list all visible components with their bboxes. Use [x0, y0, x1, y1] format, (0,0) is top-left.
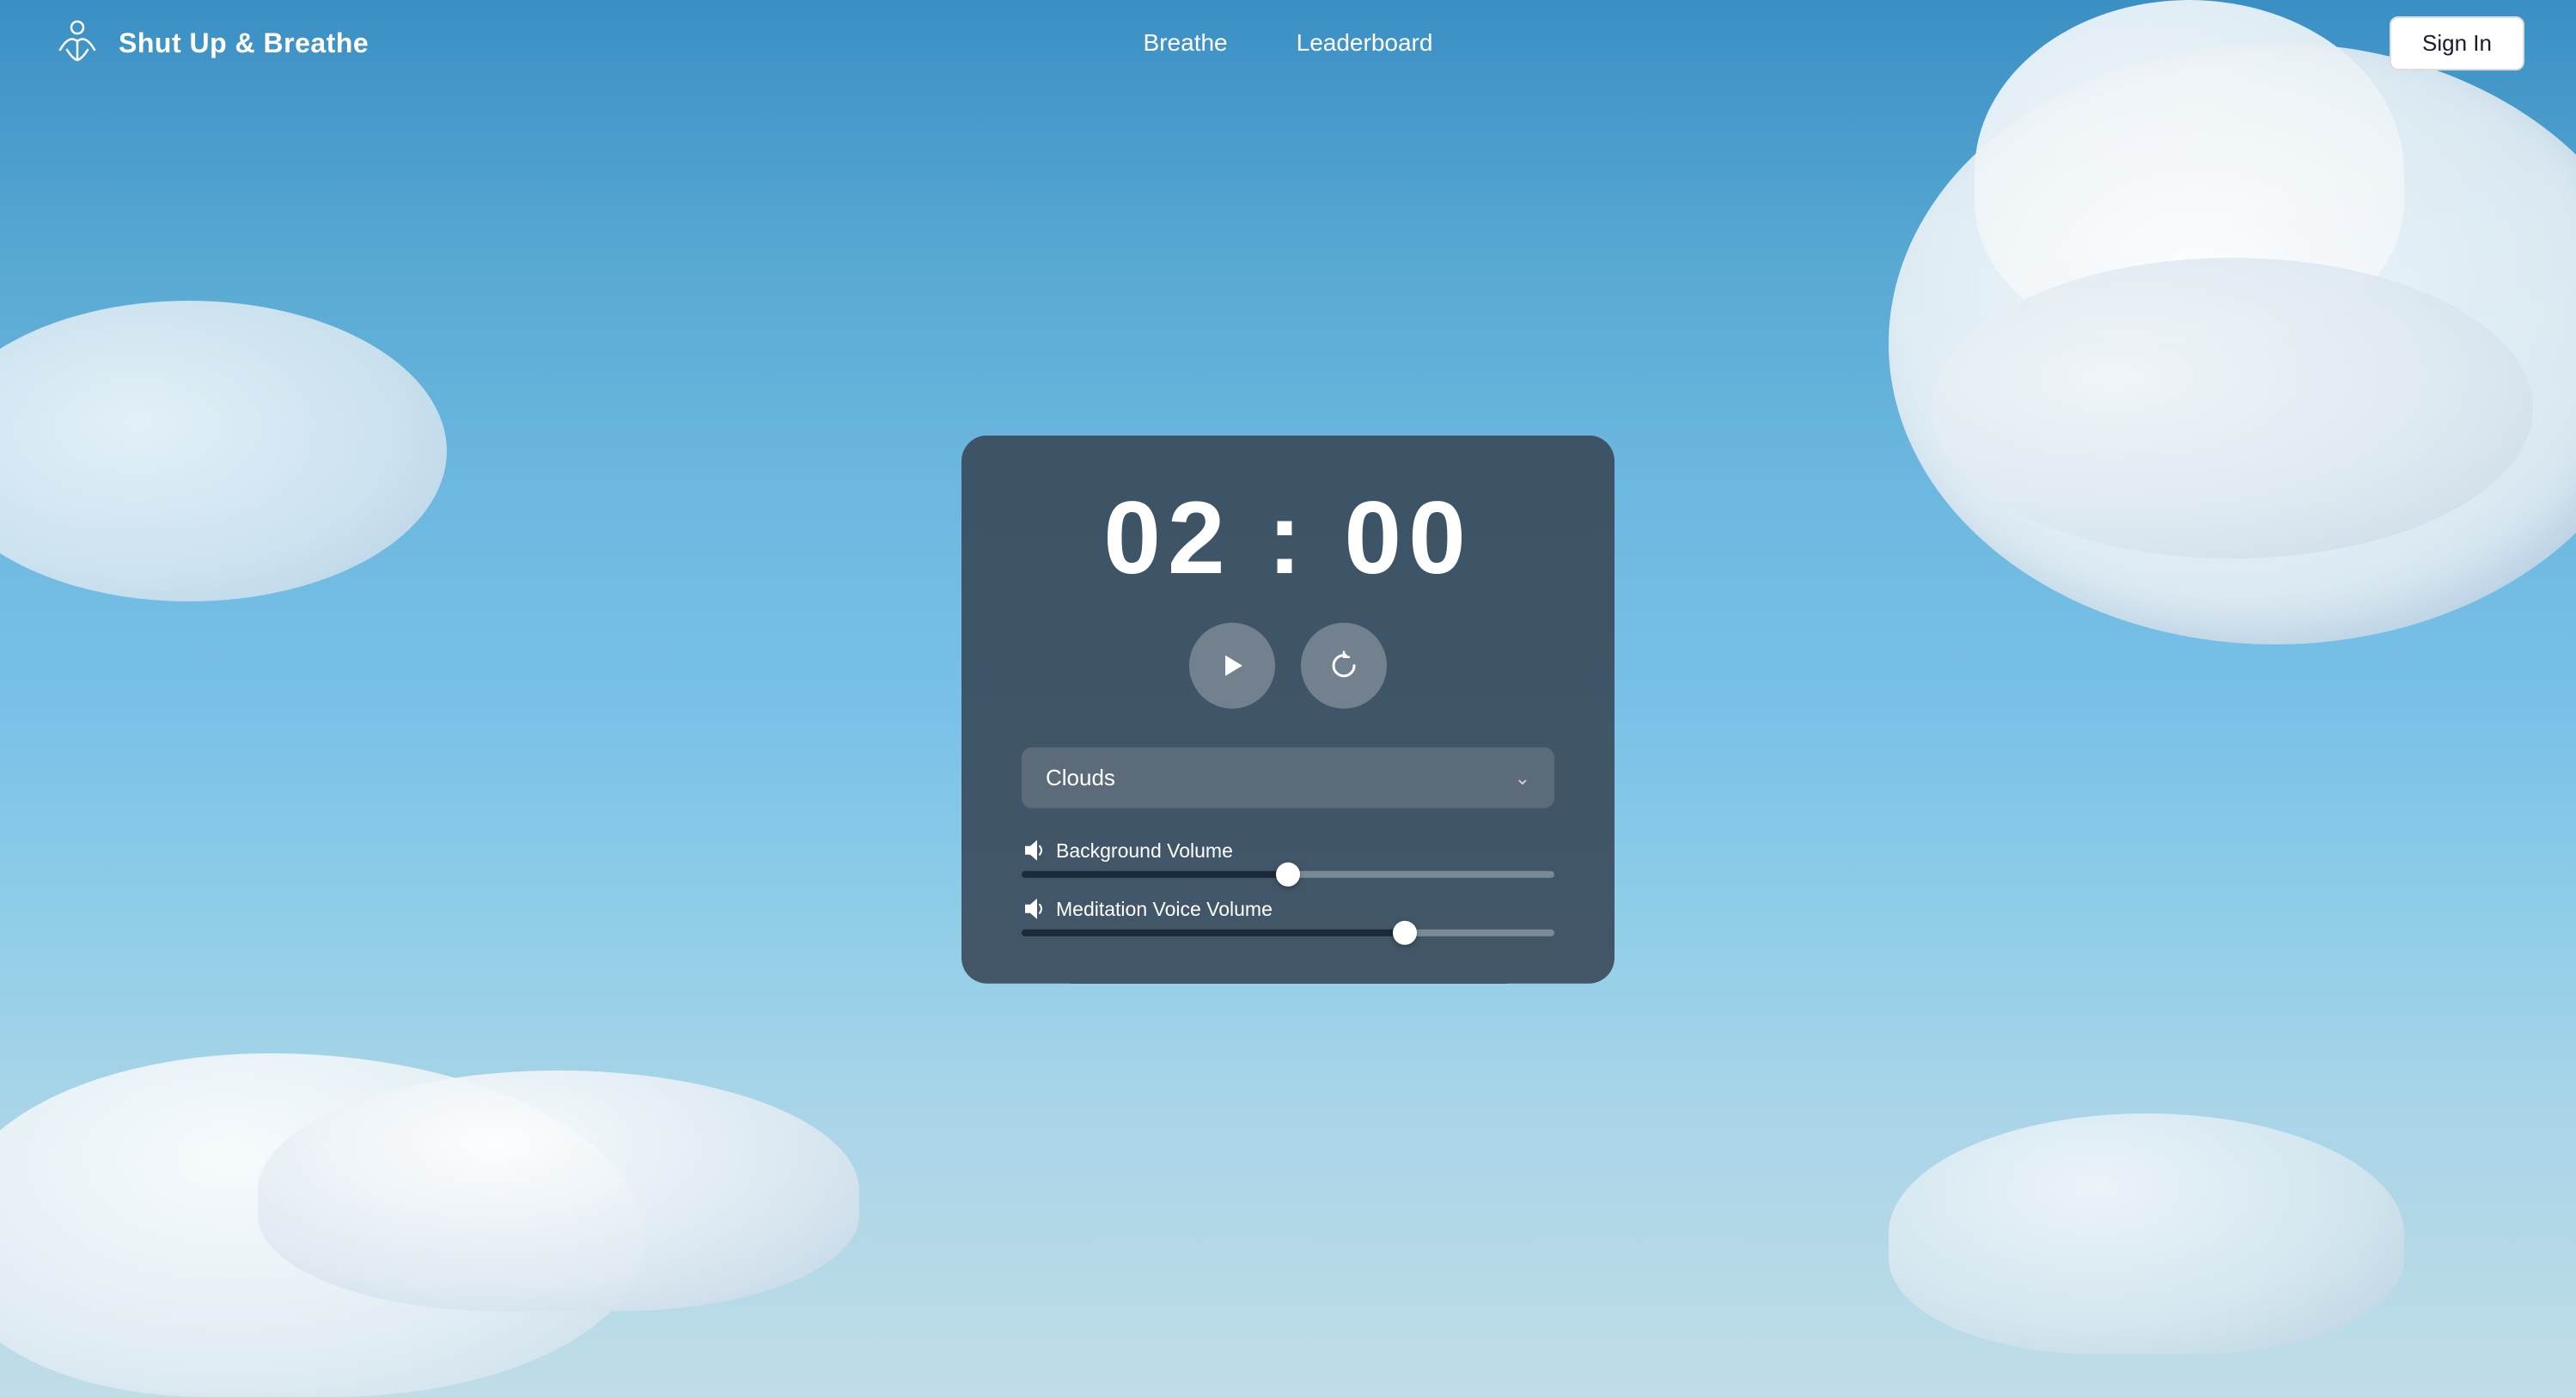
play-icon: [1215, 649, 1249, 683]
volume-icon-meditation: [1022, 897, 1046, 921]
cloud-right-bottom: [1889, 1113, 2404, 1354]
timer-separator: :: [1267, 480, 1309, 595]
navbar: Shut Up & Breathe Breathe Leaderboard Si…: [0, 0, 2576, 86]
play-button[interactable]: [1189, 623, 1275, 709]
app-title: Shut Up & Breathe: [119, 27, 369, 59]
meditation-volume-text: Meditation Voice Volume: [1056, 897, 1273, 920]
card-container: 02 : 00 Clouds ⌄: [961, 436, 1615, 984]
volume-icon-bg: [1022, 839, 1046, 863]
volume-section: Background Volume Meditation Voice Volum…: [1022, 839, 1554, 936]
chevron-down-icon: ⌄: [1515, 766, 1530, 789]
background-volume-row: Background Volume: [1022, 839, 1554, 878]
timer-seconds: 00: [1344, 480, 1472, 595]
cloud-center-bottom: [258, 1071, 859, 1311]
controls-row: [1189, 623, 1387, 709]
background-volume-slider[interactable]: [1022, 871, 1554, 878]
meditation-volume-label: Meditation Voice Volume: [1022, 897, 1554, 921]
nav-links: Breathe Leaderboard: [1144, 29, 1433, 57]
background-volume-text: Background Volume: [1056, 839, 1233, 862]
reset-button[interactable]: [1301, 623, 1387, 709]
cloud-right-sub2: [1932, 258, 2533, 558]
signin-button[interactable]: Sign In: [2390, 16, 2524, 70]
nav-leaderboard[interactable]: Leaderboard: [1297, 29, 1433, 57]
background-volume-label: Background Volume: [1022, 839, 1554, 863]
meditation-icon: [52, 17, 103, 69]
scene-dropdown[interactable]: Clouds ⌄: [1022, 747, 1554, 808]
dropdown-selected: Clouds: [1046, 765, 1115, 791]
nav-logo[interactable]: Shut Up & Breathe: [52, 17, 369, 69]
meditation-volume-row: Meditation Voice Volume: [1022, 897, 1554, 936]
timer-display: 02 : 00: [1103, 479, 1473, 597]
reset-icon: [1327, 649, 1361, 683]
nav-breathe[interactable]: Breathe: [1144, 29, 1228, 57]
timer-minutes: 02: [1103, 480, 1231, 595]
meditation-volume-slider[interactable]: [1022, 930, 1554, 936]
cloud-left-mid: [0, 301, 447, 601]
meditation-card: 02 : 00 Clouds ⌄: [961, 436, 1615, 984]
